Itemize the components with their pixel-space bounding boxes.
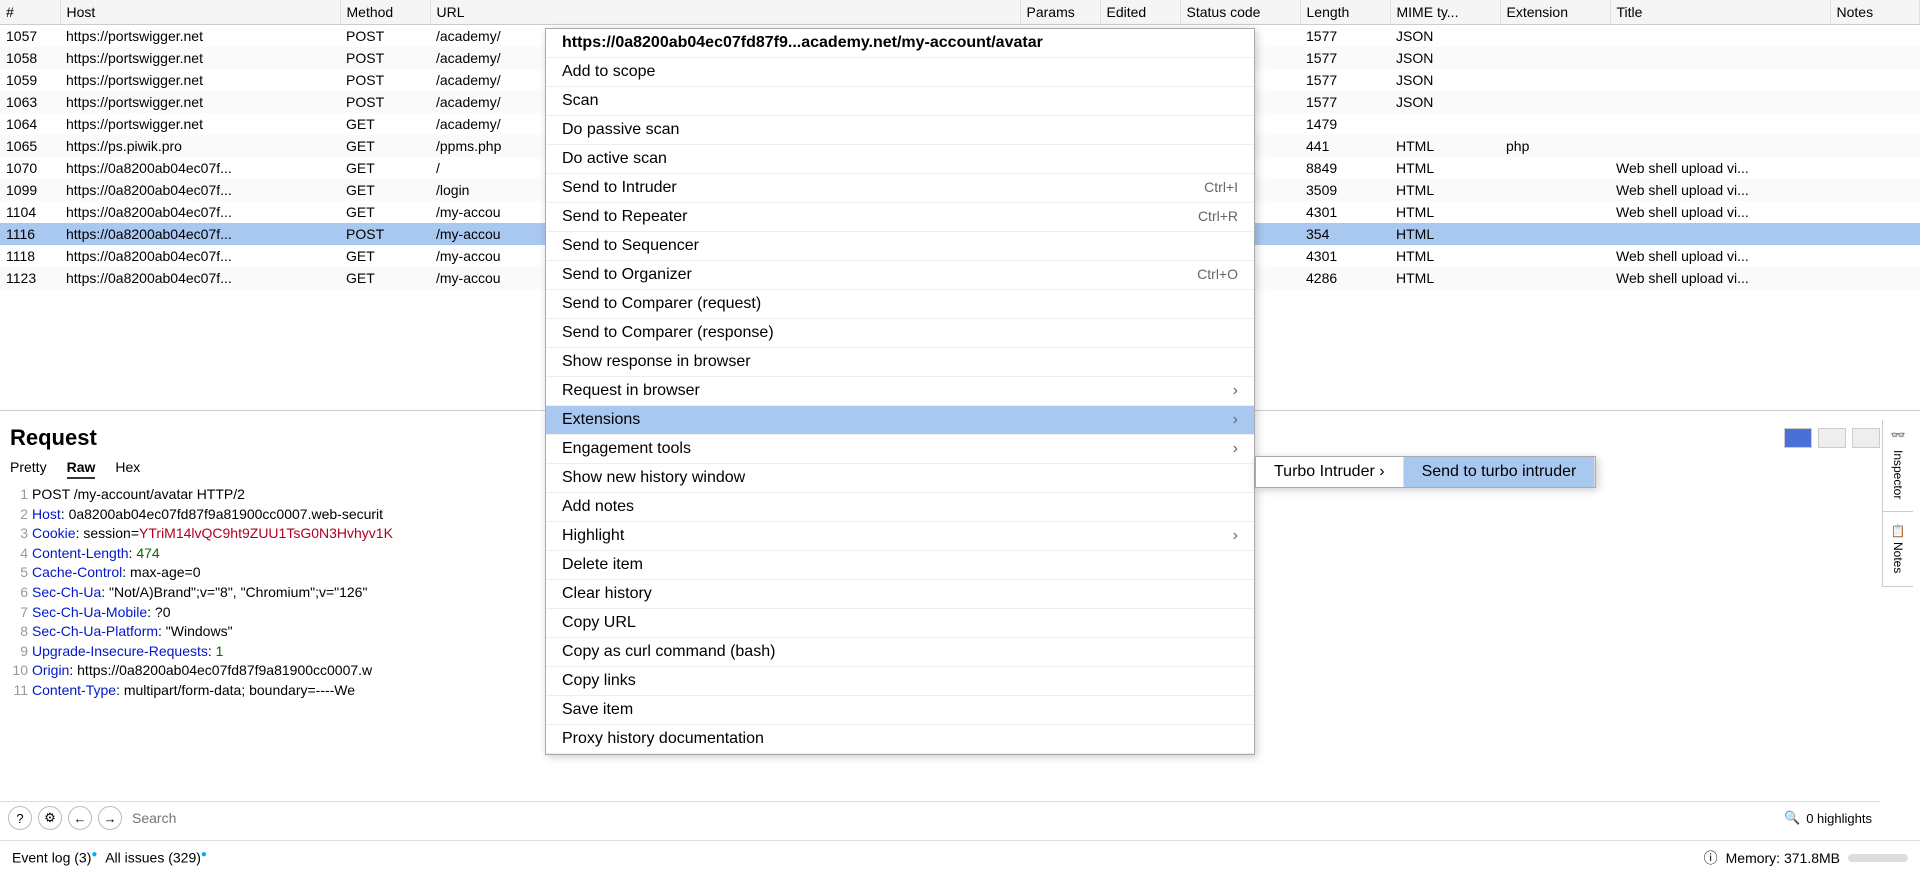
help-icon[interactable]: ? [8, 806, 32, 830]
column-header[interactable]: URL [430, 0, 1020, 25]
layout-combined-icon[interactable] [1852, 428, 1880, 448]
status-bar: Event log (3)● All issues (329)● ⓘ Memor… [0, 840, 1920, 874]
gear-icon[interactable]: ⚙ [38, 806, 62, 830]
context-menu: https://0a8200ab04ec07fd87f9...academy.n… [545, 28, 1255, 755]
notes-tab[interactable]: 📋 Notes [1883, 512, 1913, 586]
column-header[interactable]: Host [60, 0, 340, 25]
inspector-tab[interactable]: 👓 Inspector [1883, 420, 1913, 512]
context-menu-item[interactable]: Show new history window [546, 464, 1254, 493]
context-menu-item[interactable]: Add notes [546, 493, 1254, 522]
submenu-item[interactable]: Turbo Intruder › [1256, 457, 1404, 487]
search-input[interactable] [128, 806, 1778, 830]
context-menu-item[interactable]: Show response in browser [546, 348, 1254, 377]
context-menu-item[interactable]: Send to Comparer (response) [546, 319, 1254, 348]
column-header[interactable]: Method [340, 0, 430, 25]
extensions-submenu: Turbo Intruder ›Send to turbo intruder [1255, 456, 1596, 488]
context-menu-item[interactable]: Save item [546, 696, 1254, 725]
context-menu-item[interactable]: Send to Sequencer [546, 232, 1254, 261]
context-menu-item[interactable]: Send to Comparer (request) [546, 290, 1254, 319]
context-menu-item[interactable]: Copy URL [546, 609, 1254, 638]
arrow-left-icon[interactable]: ← [68, 806, 92, 830]
event-log-link[interactable]: Event log (3)● [12, 849, 97, 866]
context-menu-item[interactable]: Delete item [546, 551, 1254, 580]
context-menu-item[interactable]: Scan [546, 87, 1254, 116]
context-menu-item[interactable]: Send to RepeaterCtrl+R [546, 203, 1254, 232]
column-header[interactable]: # [0, 0, 60, 25]
context-menu-item[interactable]: Extensions› [546, 406, 1254, 435]
column-header[interactable]: Title [1610, 0, 1830, 25]
context-menu-item[interactable]: Proxy history documentation [546, 725, 1254, 754]
highlights-count: 0 highlights [1806, 811, 1872, 826]
tab-hex[interactable]: Hex [115, 457, 140, 479]
context-menu-item[interactable]: Do passive scan [546, 116, 1254, 145]
memory-label: Memory: 371.8MB [1726, 850, 1840, 866]
column-header[interactable]: Edited [1100, 0, 1180, 25]
tab-pretty[interactable]: Pretty [10, 457, 47, 479]
column-header[interactable]: Status code [1180, 0, 1300, 25]
search-icon[interactable]: 🔍 [1784, 810, 1800, 826]
submenu-item[interactable]: Send to turbo intruder [1404, 457, 1596, 487]
context-menu-item[interactable]: Add to scope [546, 58, 1254, 87]
column-header[interactable]: MIME ty... [1390, 0, 1500, 25]
context-menu-item[interactable]: Copy links [546, 667, 1254, 696]
column-header[interactable]: Notes [1830, 0, 1920, 25]
context-menu-item[interactable]: Send to OrganizerCtrl+O [546, 261, 1254, 290]
memory-progress [1848, 854, 1908, 862]
layout-rows-icon[interactable] [1818, 428, 1846, 448]
info-icon[interactable]: ⓘ [1704, 848, 1718, 868]
context-menu-item[interactable]: Engagement tools› [546, 435, 1254, 464]
arrow-right-icon[interactable]: → [98, 806, 122, 830]
tab-raw[interactable]: Raw [67, 457, 96, 479]
context-menu-item[interactable]: Do active scan [546, 145, 1254, 174]
search-bar: ? ⚙ ← → 🔍 0 highlights [0, 801, 1880, 834]
context-menu-item[interactable]: Send to IntruderCtrl+I [546, 174, 1254, 203]
column-header[interactable]: Params [1020, 0, 1100, 25]
context-menu-item[interactable]: Copy as curl command (bash) [546, 638, 1254, 667]
layout-columns-icon[interactable] [1784, 428, 1812, 448]
context-menu-header: https://0a8200ab04ec07fd87f9...academy.n… [546, 29, 1254, 58]
context-menu-item[interactable]: Request in browser› [546, 377, 1254, 406]
column-header[interactable]: Extension [1500, 0, 1610, 25]
context-menu-item[interactable]: Highlight› [546, 522, 1254, 551]
column-header[interactable]: Length [1300, 0, 1390, 25]
layout-toggle [1784, 428, 1880, 448]
all-issues-link[interactable]: All issues (329)● [105, 849, 207, 866]
context-menu-item[interactable]: Clear history [546, 580, 1254, 609]
